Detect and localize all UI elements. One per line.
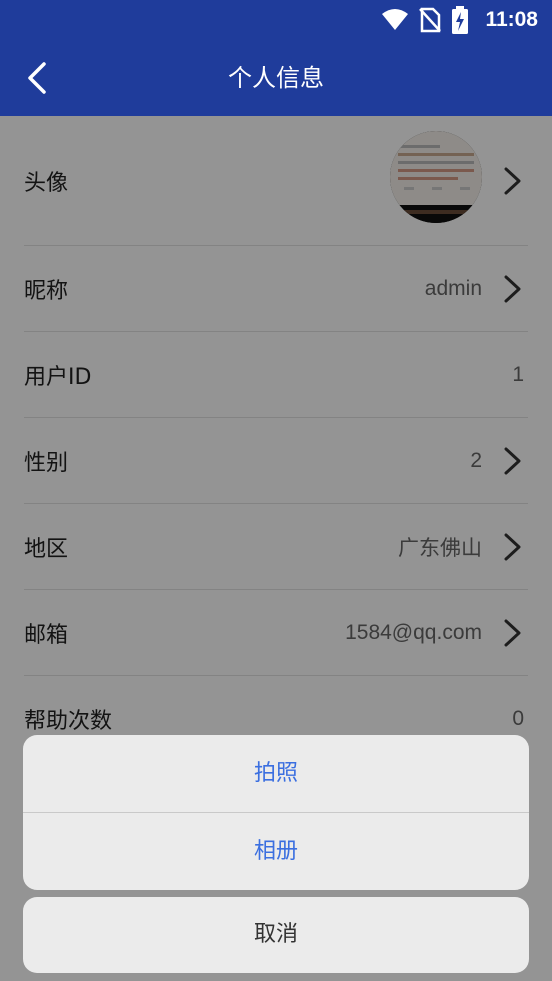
status-bar: 11:08 — [0, 0, 552, 40]
action-sheet: 拍照 相册 — [23, 735, 529, 890]
clock: 11:08 — [485, 8, 538, 31]
page-title: 个人信息 — [228, 64, 324, 92]
battery-charging-icon — [452, 6, 469, 34]
wifi-icon — [382, 9, 409, 30]
cancel-button[interactable]: 取消 — [23, 897, 529, 973]
app-bar: 个人信息 — [0, 40, 552, 116]
status-icons: 11:08 — [381, 6, 538, 34]
take-photo-option[interactable]: 拍照 — [23, 735, 529, 812]
album-option[interactable]: 相册 — [23, 813, 529, 890]
no-sim-icon — [419, 7, 442, 33]
